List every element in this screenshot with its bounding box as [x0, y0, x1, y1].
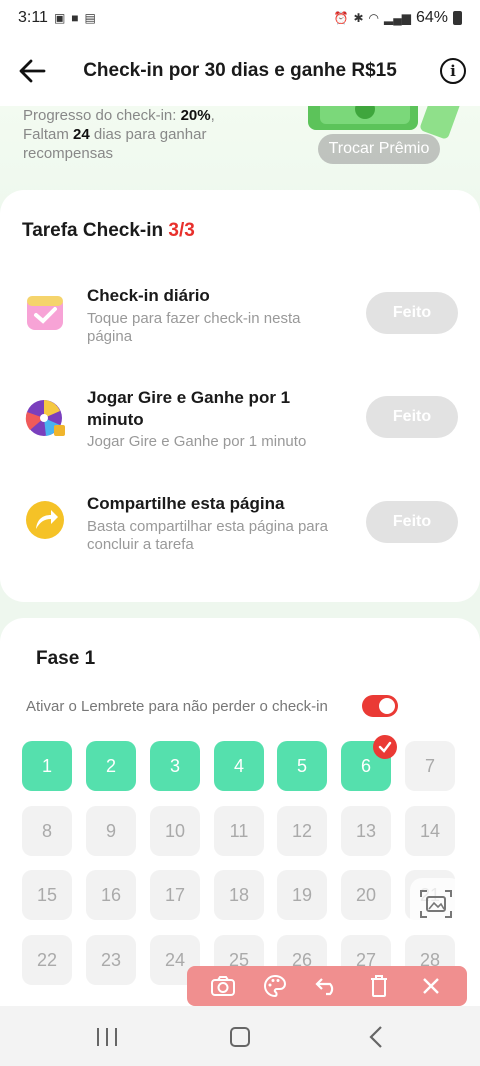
day-cell[interactable]: 1	[22, 741, 72, 791]
image-icon: ▤	[84, 11, 96, 25]
progress-text: Progresso do check-in: 20%, Faltam 24 di…	[23, 107, 215, 162]
app-header: Check-in por 30 dias e ganhe R$15 i	[0, 36, 480, 106]
image-scan-button[interactable]	[410, 878, 462, 930]
day-cell[interactable]: 22	[22, 935, 72, 985]
image-scan-icon	[420, 890, 452, 918]
day-cell[interactable]: 13	[341, 806, 391, 856]
day-cell[interactable]: 19	[277, 870, 327, 920]
battery-percent: 64%	[415, 9, 448, 26]
day-cell[interactable]: 10	[150, 806, 200, 856]
alarm-icon: ⏰	[333, 11, 349, 25]
undo-icon[interactable]	[313, 972, 341, 1000]
remaining-days: 24	[73, 126, 90, 143]
task-desc: Basta compartilhar esta página para conc…	[87, 518, 328, 553]
progress-value: 20%	[180, 107, 211, 124]
day-cell[interactable]: 14	[405, 806, 455, 856]
day-cell[interactable]: 17	[150, 870, 200, 920]
battery-icon	[453, 11, 462, 25]
task-card: Tarefa Check-in 3/3 Check-in diário Toqu…	[0, 190, 480, 602]
status-time: 3:11	[18, 9, 48, 26]
task-progress: 3/3	[168, 220, 195, 241]
back-arrow-icon[interactable]	[16, 54, 50, 88]
recent-apps-icon[interactable]	[97, 1028, 117, 1046]
task-name: Jogar Gire e Ganhe por 1 minuto	[87, 388, 291, 429]
signal-icon: ▂▄▆	[384, 11, 411, 25]
close-icon[interactable]	[417, 972, 445, 1000]
bluetooth-icon: ✱	[353, 11, 364, 25]
day-cell[interactable]: 2	[86, 741, 136, 791]
home-icon[interactable]	[230, 1027, 250, 1047]
info-icon[interactable]: i	[440, 58, 466, 84]
day-cell[interactable]: 8	[22, 806, 72, 856]
done-button[interactable]: Feito	[366, 292, 458, 334]
day-cell[interactable]: 5	[277, 741, 327, 791]
checked-badge-icon	[373, 735, 397, 759]
system-nav-bar	[0, 1006, 480, 1066]
page-title: Check-in por 30 dias e ganhe R$15	[83, 60, 397, 81]
day-cell[interactable]: 12	[277, 806, 327, 856]
day-cell[interactable]: 4	[214, 741, 264, 791]
task-name: Compartilhe esta página	[87, 494, 285, 513]
edit-toolbar	[187, 966, 467, 1006]
day-cell[interactable]: 23	[86, 935, 136, 985]
done-button[interactable]: Feito	[366, 396, 458, 438]
palette-icon[interactable]	[261, 972, 289, 1000]
task-desc: Jogar Gire e Ganhe por 1 minuto	[87, 433, 307, 450]
task-name: Check-in diário	[87, 286, 210, 305]
trash-icon[interactable]	[365, 972, 393, 1000]
status-bar: 3:11 ▣ ■ ▤ ⏰ ✱ ◠ ▂▄▆ 64%	[0, 0, 480, 36]
reminder-toggle[interactable]	[362, 695, 398, 717]
day-cell[interactable]: 20	[341, 870, 391, 920]
reminder-text: Ativar o Lembrete para não perder o chec…	[26, 698, 328, 715]
day-cell[interactable]: 15	[22, 870, 72, 920]
task-section-title: Tarefa Check-in 3/3	[22, 220, 195, 241]
notification-icon: ▣	[53, 11, 66, 25]
done-button[interactable]: Feito	[366, 501, 458, 543]
task-desc: Toque para fazer check-in nesta página	[87, 310, 301, 345]
day-cell[interactable]: 16	[86, 870, 136, 920]
share-arrow-icon	[26, 501, 64, 539]
camera-icon[interactable]	[209, 972, 237, 1000]
day-cell[interactable]: 7	[405, 741, 455, 791]
day-cell[interactable]: 18	[214, 870, 264, 920]
exchange-prize-button[interactable]: Trocar Prêmio	[318, 134, 440, 164]
calendar-check-icon	[27, 296, 63, 330]
wifi-icon: ◠	[368, 11, 379, 25]
day-cell[interactable]: 11	[214, 806, 264, 856]
prize-wheel-icon	[25, 400, 65, 436]
day-cell[interactable]: 9	[86, 806, 136, 856]
day-cell[interactable]: 3	[150, 741, 200, 791]
system-back-icon[interactable]	[366, 1025, 386, 1049]
video-icon: ■	[71, 11, 79, 25]
phase-title: Fase 1	[36, 648, 96, 669]
